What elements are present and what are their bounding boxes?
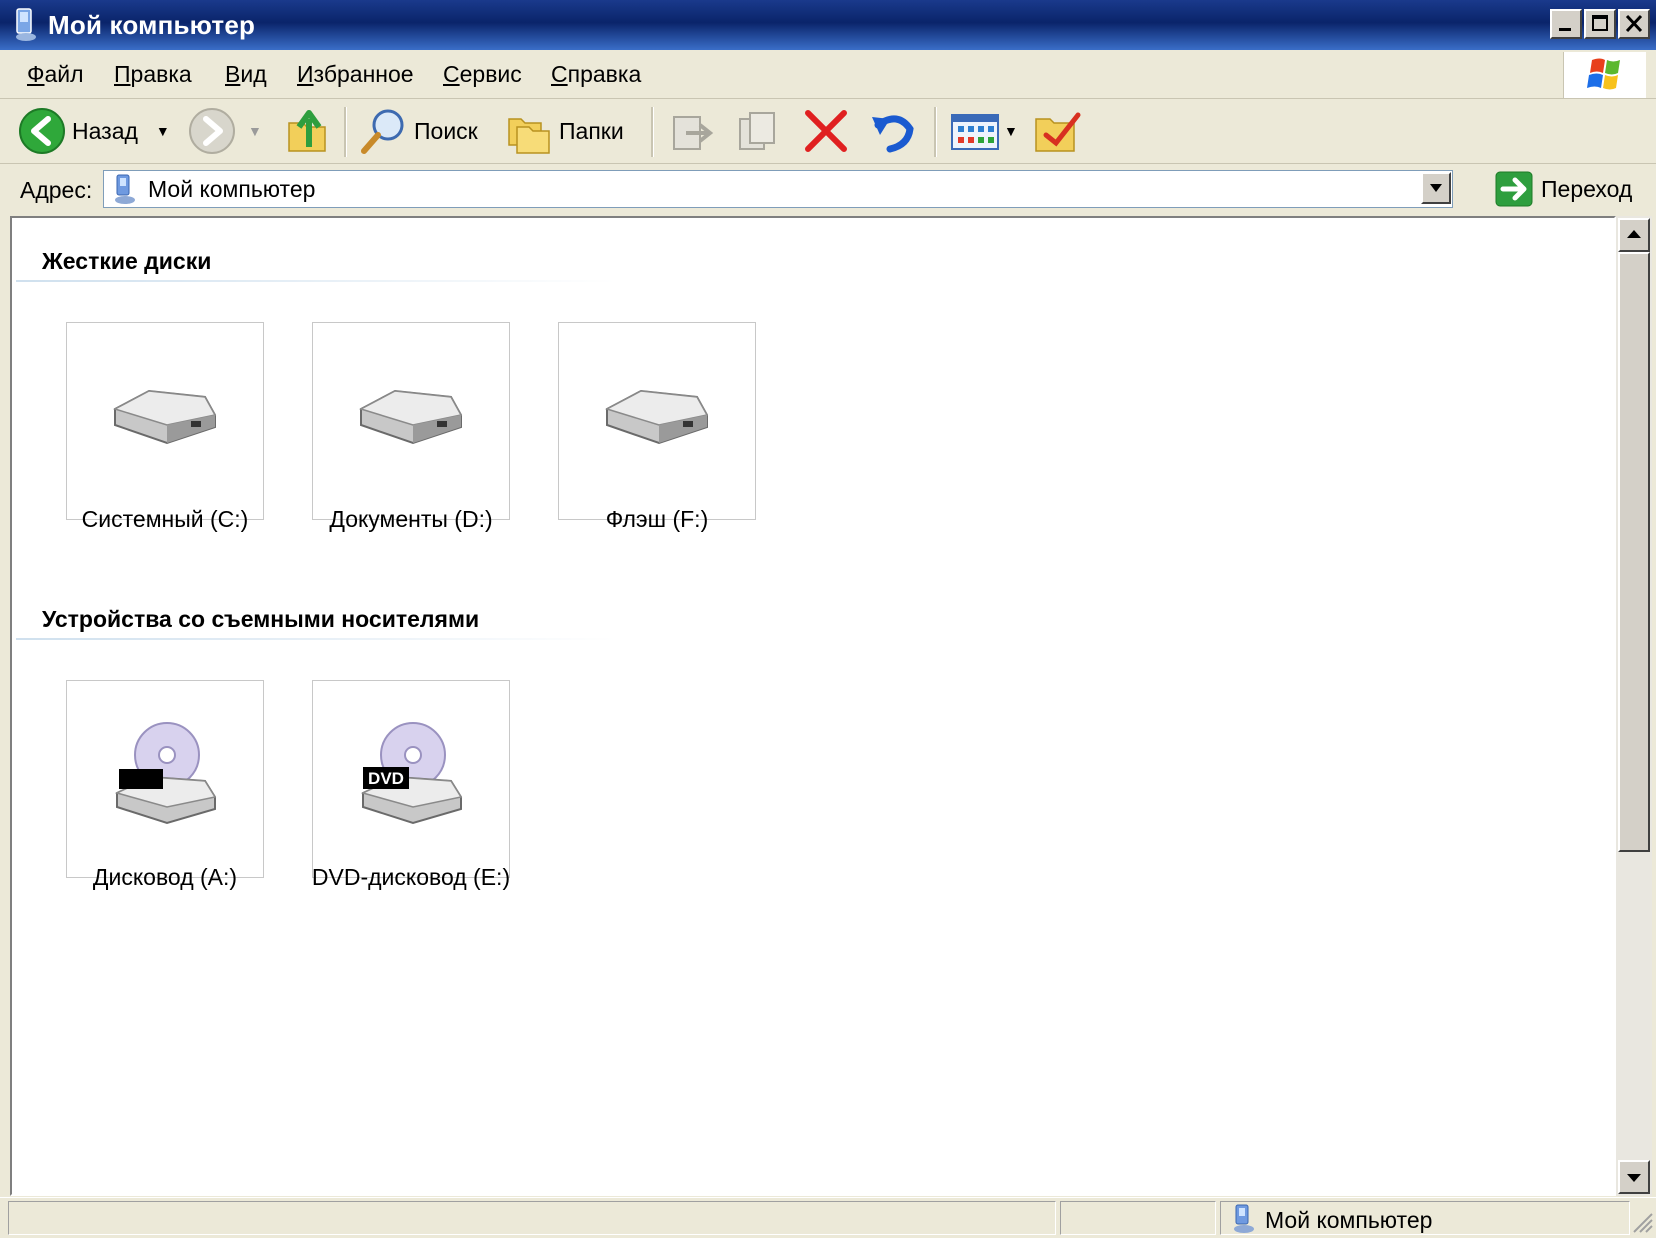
- chevron-up-icon: [1627, 230, 1641, 238]
- go-arrow-icon: [1495, 171, 1533, 207]
- toolbar-separator: [934, 107, 937, 157]
- copy-to-button[interactable]: [734, 107, 782, 155]
- sync-folder-button[interactable]: [1034, 107, 1082, 155]
- copy-to-folder-icon: [739, 112, 775, 150]
- search-icon: [361, 109, 404, 154]
- drive-label-e[interactable]: DVD-дисковод (E:): [281, 864, 541, 891]
- address-bar: Адрес: Мой компьютер Переход: [0, 164, 1656, 214]
- menu-favorites[interactable]: Избранное: [297, 61, 414, 88]
- explorer-window: Мой компьютер Файл Правка Вид Избранное …: [0, 0, 1656, 1238]
- drive-tile-a[interactable]: [66, 680, 264, 878]
- scroll-thumb[interactable]: [1618, 252, 1650, 852]
- dvd-drive-icon: DVD: [360, 722, 463, 825]
- minimize-button[interactable]: [1550, 9, 1582, 39]
- floppy-drive-icon: [114, 722, 217, 825]
- maximize-button[interactable]: [1584, 9, 1616, 39]
- search-label: Поиск: [414, 117, 478, 144]
- drive-tile-e[interactable]: DVD: [312, 680, 510, 878]
- window-title: Мой компьютер: [48, 10, 256, 40]
- folders-icon: [508, 118, 550, 154]
- status-pane-location: Мой компьютер: [1220, 1201, 1630, 1235]
- maximize-icon: [1592, 15, 1608, 31]
- go-button[interactable]: Переход: [1495, 170, 1632, 208]
- undo-arrow-icon: [872, 115, 914, 153]
- drive-tile-c[interactable]: [66, 322, 264, 520]
- menu-edit[interactable]: Правка: [114, 61, 192, 88]
- address-label: Адрес:: [20, 177, 93, 203]
- folders-label: Папки: [559, 117, 624, 144]
- back-dropdown-icon[interactable]: ▼: [156, 123, 170, 139]
- menu-help[interactable]: Справка: [551, 61, 641, 88]
- my-computer-icon: [1234, 1204, 1254, 1233]
- up-folder-button[interactable]: [285, 107, 331, 155]
- move-to-button[interactable]: [668, 107, 716, 155]
- toolbar: Назад ▼ ▼ Поиск Папки ▼: [0, 99, 1656, 164]
- content-pane: Жесткие диски Системный (C:) Документы (…: [10, 216, 1616, 1196]
- scroll-up-button[interactable]: [1618, 218, 1650, 252]
- views-button[interactable]: ▼: [950, 107, 1018, 155]
- delete-x-icon: [805, 110, 847, 152]
- group-title-removable: Устройства со съемными носителями: [42, 606, 480, 632]
- forward-arrow-icon: [189, 108, 235, 154]
- hard-drive-icon: [359, 389, 463, 445]
- chevron-down-icon: [1627, 1174, 1641, 1182]
- close-icon: [1625, 14, 1643, 33]
- delete-button[interactable]: [802, 107, 850, 155]
- forward-dropdown-icon[interactable]: ▼: [248, 123, 262, 139]
- address-input[interactable]: Мой компьютер: [103, 170, 1453, 208]
- windows-flag-icon: [1587, 58, 1620, 90]
- hard-drive-icon: [605, 389, 709, 445]
- hard-drive-icon: [113, 389, 217, 445]
- minimize-icon: [1559, 28, 1571, 31]
- group-title-hard-drives: Жесткие диски: [42, 248, 212, 274]
- chevron-down-icon: [1430, 184, 1442, 192]
- drive-label-f[interactable]: Флэш (F:): [527, 506, 787, 533]
- dvd-badge-text: DVD: [368, 769, 404, 788]
- address-value: Мой компьютер: [148, 176, 316, 202]
- folders-button[interactable]: Папки: [505, 107, 624, 155]
- address-dropdown-button[interactable]: [1421, 172, 1451, 204]
- status-pane-main: [8, 1201, 1056, 1235]
- vertical-scrollbar[interactable]: [1616, 216, 1652, 1196]
- menu-view[interactable]: Вид: [225, 61, 267, 88]
- back-label: Назад: [72, 117, 138, 144]
- views-icon: [951, 114, 999, 150]
- resize-grip-icon[interactable]: [1630, 1210, 1654, 1234]
- drive-label-a[interactable]: Дисковод (A:): [35, 864, 295, 891]
- my-computer-icon: [16, 8, 36, 41]
- move-to-folder-icon: [673, 116, 714, 150]
- status-location-text: Мой компьютер: [1265, 1207, 1433, 1233]
- toolbar-separator: [651, 107, 654, 157]
- go-label: Переход: [1541, 175, 1633, 202]
- status-pane-middle: [1060, 1201, 1216, 1235]
- close-button[interactable]: [1618, 9, 1650, 39]
- forward-button[interactable]: ▼: [188, 107, 262, 155]
- drive-tile-d[interactable]: [312, 322, 510, 520]
- folder-check-icon: [1035, 112, 1081, 152]
- drive-label-c[interactable]: Системный (C:): [35, 506, 295, 533]
- group-divider: [16, 280, 616, 282]
- up-folder-icon: [288, 110, 326, 152]
- drive-tile-f[interactable]: [558, 322, 756, 520]
- undo-button[interactable]: [868, 107, 916, 155]
- back-arrow-icon: [19, 108, 65, 154]
- menu-tools[interactable]: Сервис: [443, 61, 522, 88]
- my-computer-icon: [115, 174, 135, 204]
- search-button[interactable]: Поиск: [360, 107, 478, 155]
- menu-bar: Файл Правка Вид Избранное Сервис Справка: [0, 50, 1656, 99]
- title-bar[interactable]: Мой компьютер: [0, 0, 1656, 50]
- menu-file[interactable]: Файл: [27, 61, 84, 88]
- drive-label-d[interactable]: Документы (D:): [281, 506, 541, 533]
- group-divider: [16, 638, 616, 640]
- scroll-down-button[interactable]: [1618, 1160, 1650, 1194]
- windows-logo: [1563, 52, 1646, 98]
- views-dropdown-icon[interactable]: ▼: [1004, 123, 1018, 139]
- toolbar-separator: [344, 107, 347, 157]
- status-bar: Мой компьютер: [0, 1197, 1656, 1238]
- back-button[interactable]: Назад ▼: [18, 107, 170, 155]
